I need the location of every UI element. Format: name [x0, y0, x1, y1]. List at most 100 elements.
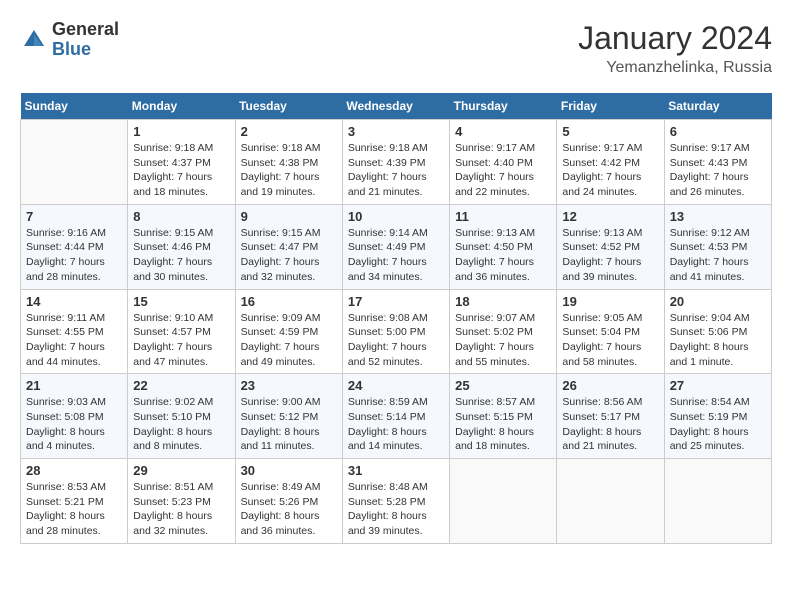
calendar-cell: 16 Sunrise: 9:09 AM Sunset: 4:59 PM Dayli…: [235, 289, 342, 374]
calendar-cell: 19Sunrise: 9:05 AM Sunset: 5:04 PM Dayli…: [557, 289, 664, 374]
calendar-cell: 6 Sunrise: 9:17 AM Sunset: 4:43 PM Daylig…: [664, 120, 771, 205]
day-info: Sunrise: 8:53 AM Sunset: 5:21 PM Dayligh…: [26, 480, 122, 539]
calendar-cell: 29Sunrise: 8:51 AM Sunset: 5:23 PM Dayli…: [128, 459, 235, 544]
day-info: Sunrise: 9:18 AM Sunset: 4:39 PM Dayligh…: [348, 141, 444, 200]
day-info: Sunrise: 9:03 AM Sunset: 5:08 PM Dayligh…: [26, 395, 122, 454]
calendar-cell: 14Sunrise: 9:11 AM Sunset: 4:55 PM Dayli…: [21, 289, 128, 374]
day-info: Sunrise: 9:13 AM Sunset: 4:52 PM Dayligh…: [562, 226, 658, 285]
day-info: Sunrise: 9:09 AM Sunset: 4:59 PM Dayligh…: [241, 311, 337, 370]
day-number: 26: [562, 378, 658, 393]
calendar-cell: 9 Sunrise: 9:15 AM Sunset: 4:47 PM Daylig…: [235, 204, 342, 289]
day-info: Sunrise: 8:56 AM Sunset: 5:17 PM Dayligh…: [562, 395, 658, 454]
day-info: Sunrise: 9:16 AM Sunset: 4:44 PM Dayligh…: [26, 226, 122, 285]
calendar-cell: [21, 120, 128, 205]
day-number: 20: [670, 294, 766, 309]
calendar-header-row: SundayMondayTuesdayWednesdayThursdayFrid…: [21, 93, 772, 120]
calendar-header-saturday: Saturday: [664, 93, 771, 120]
calendar-cell: 27Sunrise: 8:54 AM Sunset: 5:19 PM Dayli…: [664, 374, 771, 459]
calendar-cell: 23Sunrise: 9:00 AM Sunset: 5:12 PM Dayli…: [235, 374, 342, 459]
calendar-cell: 5 Sunrise: 9:17 AM Sunset: 4:42 PM Daylig…: [557, 120, 664, 205]
calendar-header-sunday: Sunday: [21, 93, 128, 120]
day-number: 18: [455, 294, 551, 309]
logo-text: General Blue: [52, 20, 119, 60]
day-info: Sunrise: 9:14 AM Sunset: 4:49 PM Dayligh…: [348, 226, 444, 285]
day-info: Sunrise: 8:49 AM Sunset: 5:26 PM Dayligh…: [241, 480, 337, 539]
day-number: 23: [241, 378, 337, 393]
day-number: 11: [455, 209, 551, 224]
calendar-week-5: 28Sunrise: 8:53 AM Sunset: 5:21 PM Dayli…: [21, 459, 772, 544]
day-number: 16: [241, 294, 337, 309]
day-info: Sunrise: 8:48 AM Sunset: 5:28 PM Dayligh…: [348, 480, 444, 539]
calendar-cell: 28Sunrise: 8:53 AM Sunset: 5:21 PM Dayli…: [21, 459, 128, 544]
month-year-title: January 2024: [578, 20, 772, 57]
day-info: Sunrise: 9:13 AM Sunset: 4:50 PM Dayligh…: [455, 226, 551, 285]
day-number: 4: [455, 124, 551, 139]
day-info: Sunrise: 8:59 AM Sunset: 5:14 PM Dayligh…: [348, 395, 444, 454]
day-info: Sunrise: 9:04 AM Sunset: 5:06 PM Dayligh…: [670, 311, 766, 370]
day-number: 17: [348, 294, 444, 309]
calendar-cell: 4 Sunrise: 9:17 AM Sunset: 4:40 PM Daylig…: [450, 120, 557, 205]
calendar-cell: [664, 459, 771, 544]
calendar-cell: 30 Sunrise: 8:49 AM Sunset: 5:26 PM Dayli…: [235, 459, 342, 544]
calendar-cell: [557, 459, 664, 544]
calendar-cell: 24 Sunrise: 8:59 AM Sunset: 5:14 PM Dayli…: [342, 374, 449, 459]
day-number: 13: [670, 209, 766, 224]
day-info: Sunrise: 9:18 AM Sunset: 4:38 PM Dayligh…: [241, 141, 337, 200]
day-info: Sunrise: 9:12 AM Sunset: 4:53 PM Dayligh…: [670, 226, 766, 285]
calendar-cell: 3Sunrise: 9:18 AM Sunset: 4:39 PM Daylig…: [342, 120, 449, 205]
calendar-cell: 13 Sunrise: 9:12 AM Sunset: 4:53 PM Dayli…: [664, 204, 771, 289]
day-number: 6: [670, 124, 766, 139]
calendar-cell: 20 Sunrise: 9:04 AM Sunset: 5:06 PM Dayli…: [664, 289, 771, 374]
day-info: Sunrise: 9:15 AM Sunset: 4:47 PM Dayligh…: [241, 226, 337, 285]
day-info: Sunrise: 9:08 AM Sunset: 5:00 PM Dayligh…: [348, 311, 444, 370]
day-number: 5: [562, 124, 658, 139]
calendar-header-thursday: Thursday: [450, 93, 557, 120]
day-number: 2: [241, 124, 337, 139]
calendar-week-3: 14Sunrise: 9:11 AM Sunset: 4:55 PM Dayli…: [21, 289, 772, 374]
calendar-cell: 17 Sunrise: 9:08 AM Sunset: 5:00 PM Dayli…: [342, 289, 449, 374]
day-number: 8: [133, 209, 229, 224]
calendar-header-tuesday: Tuesday: [235, 93, 342, 120]
day-number: 30: [241, 463, 337, 478]
day-info: Sunrise: 9:15 AM Sunset: 4:46 PM Dayligh…: [133, 226, 229, 285]
location-subtitle: Yemanzhelinka, Russia: [578, 59, 772, 77]
calendar-cell: 2 Sunrise: 9:18 AM Sunset: 4:38 PM Daylig…: [235, 120, 342, 205]
day-info: Sunrise: 9:17 AM Sunset: 4:42 PM Dayligh…: [562, 141, 658, 200]
day-number: 10: [348, 209, 444, 224]
day-number: 7: [26, 209, 122, 224]
day-number: 31: [348, 463, 444, 478]
day-number: 12: [562, 209, 658, 224]
day-info: Sunrise: 8:51 AM Sunset: 5:23 PM Dayligh…: [133, 480, 229, 539]
logo-blue: Blue: [52, 40, 119, 60]
page-header: General Blue January 2024 Yemanzhelinka,…: [20, 20, 772, 77]
day-number: 19: [562, 294, 658, 309]
calendar-cell: 12 Sunrise: 9:13 AM Sunset: 4:52 PM Dayli…: [557, 204, 664, 289]
day-info: Sunrise: 9:18 AM Sunset: 4:37 PM Dayligh…: [133, 141, 229, 200]
calendar-cell: 7 Sunrise: 9:16 AM Sunset: 4:44 PM Daylig…: [21, 204, 128, 289]
logo: General Blue: [20, 20, 119, 60]
day-info: Sunrise: 9:17 AM Sunset: 4:40 PM Dayligh…: [455, 141, 551, 200]
calendar-cell: 10 Sunrise: 9:14 AM Sunset: 4:49 PM Dayli…: [342, 204, 449, 289]
calendar-cell: 11 Sunrise: 9:13 AM Sunset: 4:50 PM Dayli…: [450, 204, 557, 289]
day-number: 24: [348, 378, 444, 393]
calendar-cell: 15 Sunrise: 9:10 AM Sunset: 4:57 PM Dayli…: [128, 289, 235, 374]
day-info: Sunrise: 8:57 AM Sunset: 5:15 PM Dayligh…: [455, 395, 551, 454]
day-info: Sunrise: 9:17 AM Sunset: 4:43 PM Dayligh…: [670, 141, 766, 200]
calendar-week-2: 7 Sunrise: 9:16 AM Sunset: 4:44 PM Daylig…: [21, 204, 772, 289]
day-number: 25: [455, 378, 551, 393]
logo-general: General: [52, 20, 119, 40]
day-number: 9: [241, 209, 337, 224]
day-number: 15: [133, 294, 229, 309]
calendar-cell: 22Sunrise: 9:02 AM Sunset: 5:10 PM Dayli…: [128, 374, 235, 459]
day-info: Sunrise: 9:07 AM Sunset: 5:02 PM Dayligh…: [455, 311, 551, 370]
calendar-cell: 26 Sunrise: 8:56 AM Sunset: 5:17 PM Dayli…: [557, 374, 664, 459]
calendar-cell: 1 Sunrise: 9:18 AM Sunset: 4:37 PM Daylig…: [128, 120, 235, 205]
day-number: 21: [26, 378, 122, 393]
day-info: Sunrise: 9:11 AM Sunset: 4:55 PM Dayligh…: [26, 311, 122, 370]
calendar-week-1: 1 Sunrise: 9:18 AM Sunset: 4:37 PM Daylig…: [21, 120, 772, 205]
calendar-cell: [450, 459, 557, 544]
day-number: 1: [133, 124, 229, 139]
calendar-cell: 18 Sunrise: 9:07 AM Sunset: 5:02 PM Dayli…: [450, 289, 557, 374]
day-info: Sunrise: 9:10 AM Sunset: 4:57 PM Dayligh…: [133, 311, 229, 370]
calendar-cell: 25 Sunrise: 8:57 AM Sunset: 5:15 PM Dayli…: [450, 374, 557, 459]
